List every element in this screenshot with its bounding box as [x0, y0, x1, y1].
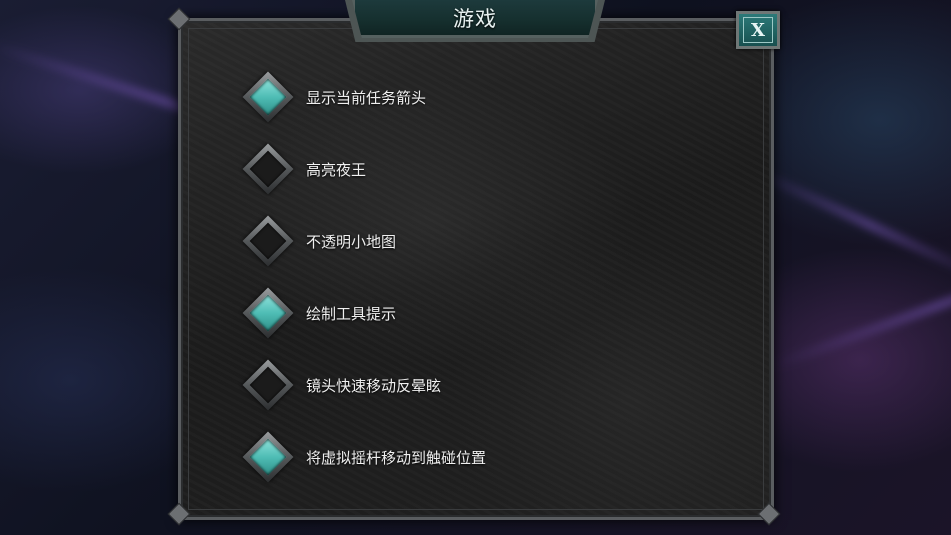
close-label: X: [751, 19, 765, 41]
background-streak: [750, 165, 951, 285]
option-label: 高亮夜王: [306, 160, 367, 179]
option-label: 将虚拟摇杆移动到触碰位置: [306, 448, 487, 467]
teal-diamond-icon: [242, 287, 294, 339]
checkbox[interactable]: [240, 69, 296, 125]
checkbox[interactable]: [240, 429, 296, 485]
empty-diamond-icon: [242, 359, 294, 411]
checkbox[interactable]: [240, 357, 296, 413]
option-opaque-minimap[interactable]: 不透明小地图: [240, 213, 396, 269]
dialog-title: 游戏: [453, 6, 497, 31]
empty-diamond-icon: [242, 143, 294, 195]
option-highlight-night-king[interactable]: 高亮夜王: [240, 141, 366, 197]
title-banner: 游戏: [352, 0, 598, 38]
checkbox[interactable]: [240, 213, 296, 269]
empty-diamond-icon: [242, 215, 294, 267]
checkbox[interactable]: [240, 141, 296, 197]
option-label: 镜头快速移动反晕眩: [306, 376, 442, 395]
checkbox[interactable]: [240, 285, 296, 341]
option-draw-tooltips[interactable]: 绘制工具提示: [240, 285, 396, 341]
option-label: 绘制工具提示: [306, 304, 397, 323]
close-icon: X: [743, 17, 773, 43]
option-label: 显示当前任务箭头: [306, 88, 427, 107]
option-show-quest-arrow[interactable]: 显示当前任务箭头: [240, 69, 426, 125]
teal-diamond-icon: [242, 431, 294, 483]
option-joystick-to-touch[interactable]: 将虚拟摇杆移动到触碰位置: [240, 429, 486, 485]
teal-diamond-icon: [242, 71, 294, 123]
option-camera-anti-dizziness[interactable]: 镜头快速移动反晕眩: [240, 357, 441, 413]
close-button[interactable]: X: [736, 11, 780, 49]
option-label: 不透明小地图: [306, 232, 397, 251]
background-streak: [769, 238, 951, 372]
